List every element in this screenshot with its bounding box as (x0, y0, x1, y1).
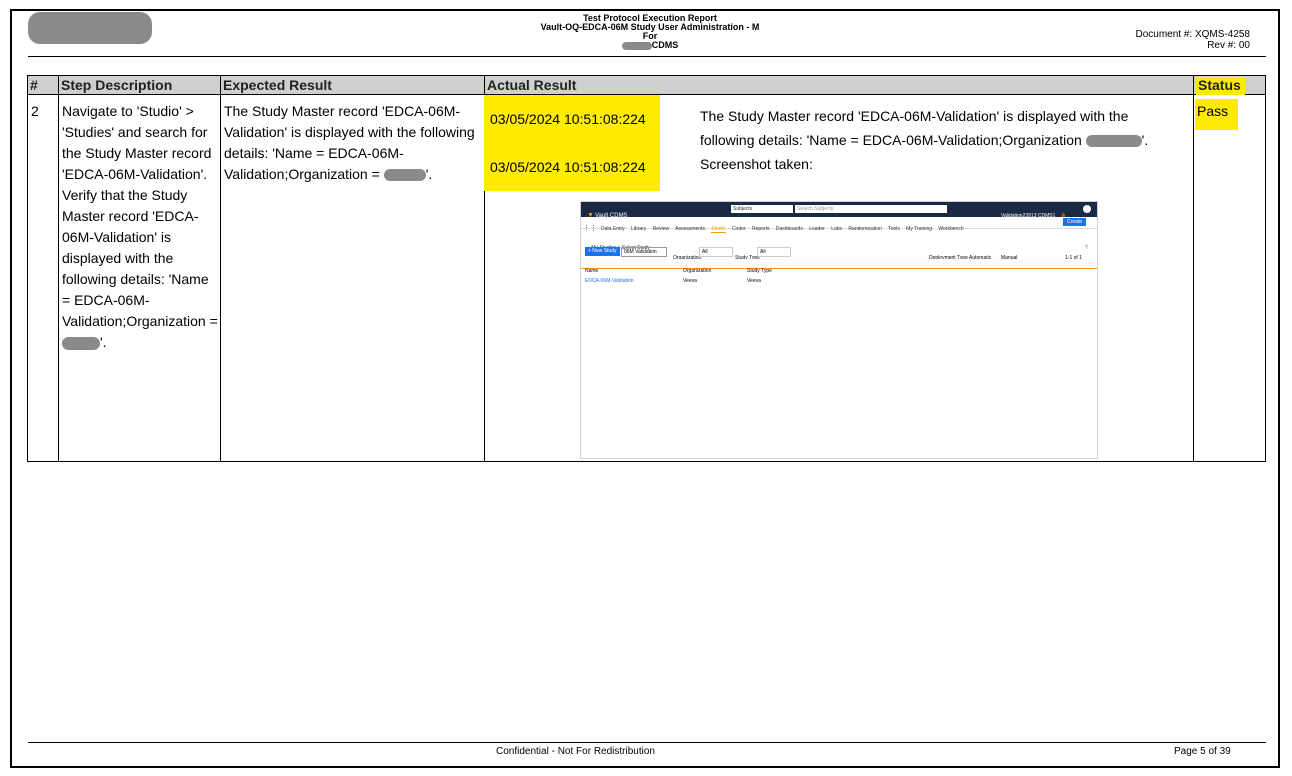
col-actual-result: Actual Result (484, 75, 1194, 95)
nav-loader[interactable]: Loader (809, 226, 825, 232)
actual-result-end: '. (1141, 132, 1149, 148)
status-header-highlight: Status (1196, 77, 1245, 95)
actual-result-text: The Study Master record 'EDCA-06M-Valida… (700, 104, 1170, 176)
confidential-notice: Confidential - Not For Redistribution (496, 746, 655, 757)
step-description: Navigate to 'Studio' > 'Studies' and sea… (58, 94, 221, 462)
search-input[interactable]: Search Subjects (795, 205, 947, 213)
actual-result-line: The Study Master record 'EDCA-06M-Valida… (700, 108, 1129, 148)
nav-data-entry[interactable]: Data Entry (601, 226, 625, 232)
nav-assessments[interactable]: Assessments (675, 226, 705, 232)
step-number: 2 (27, 94, 59, 462)
step-description-end: '. (100, 334, 107, 350)
nav-items: Data Entry Library Review Assessments St… (601, 219, 969, 240)
nav-my-training[interactable]: My Training (906, 226, 932, 232)
app-nav: ⋮⋮ Data Entry Library Review Assessments… (581, 217, 1097, 233)
app-topbar: ▼ Vault CDMS Subjects Search Subjects Va… (581, 202, 1097, 219)
nav-coder[interactable]: Coder (732, 226, 746, 232)
study-name-link[interactable]: EDCA-06M-Validation (585, 271, 634, 292)
expected-result: The Study Master record 'EDCA-06M-Valida… (220, 94, 485, 462)
step-description-text: Navigate to 'Studio' > 'Studies' and sea… (62, 103, 218, 329)
col-step-description: Step Description (58, 75, 221, 95)
redacted-org (1085, 135, 1142, 148)
study-organization: Veeva (683, 278, 697, 284)
nav-workbench[interactable]: Workbench (938, 226, 963, 232)
timestamp-1: 03/05/2024 10:51:08:224 (490, 111, 646, 127)
system-name: CDMS (651, 40, 679, 50)
report-header: Test Protocol Execution Report Vault-OQ-… (400, 14, 900, 50)
nav-tools[interactable]: Tools (888, 226, 900, 232)
col-status: Status (1193, 75, 1266, 95)
header-rule (28, 56, 1266, 57)
table-row[interactable]: EDCA-06M-Validation Veeva Veeva (581, 270, 1097, 284)
search-scope: Subjects (731, 205, 793, 213)
create-button[interactable]: Create (1063, 218, 1087, 226)
redacted-logo (28, 12, 152, 44)
document-number: Document #: XQMS-4258 (1135, 29, 1251, 40)
table-row: 2 Navigate to 'Studio' > 'Studies' and s… (27, 94, 1266, 462)
system-line: CDMS (400, 41, 900, 50)
type-select[interactable]: All (757, 247, 791, 257)
study-type: Veeva (747, 278, 761, 284)
nav-review[interactable]: Review (653, 226, 669, 232)
apps-grid-icon[interactable]: ⋮⋮ (583, 218, 597, 239)
nav-labs[interactable]: Labs (831, 226, 842, 232)
redacted-org (383, 169, 426, 182)
document-info: Document #: XQMS-4258 Rev #: 00 (1136, 29, 1251, 51)
execution-table: # Step Description Expected Result Actua… (27, 75, 1266, 462)
screenshot-label: Screenshot taken: (700, 156, 813, 172)
expected-result-end: '. (425, 166, 433, 182)
revision-number: Rev #: 00 (1207, 40, 1250, 51)
timestamp-2: 03/05/2024 10:51:08:224 (490, 159, 646, 175)
expected-result-text: The Study Master record 'EDCA-06M-Valida… (224, 103, 475, 182)
status-value: Pass (1195, 99, 1239, 130)
nav-library[interactable]: Library (631, 226, 646, 232)
footer-rule (28, 742, 1266, 743)
new-study-button[interactable]: + New Study (585, 247, 620, 256)
page-number: Page 5 of 39 (1174, 746, 1231, 757)
actual-result: 03/05/2024 10:51:08:224 03/05/2024 10:51… (484, 94, 1194, 462)
nav-studio[interactable]: Studio (711, 226, 726, 233)
filter-bar: + New Study 06M Validation Organization … (585, 247, 1093, 261)
status-cell: Pass (1193, 94, 1266, 462)
nav-randomization[interactable]: Randomization (848, 226, 881, 232)
user-avatar-icon[interactable] (1083, 205, 1091, 213)
nav-reports[interactable]: Reports (752, 226, 770, 232)
for-label: For (642, 31, 658, 41)
redacted-org (62, 336, 100, 350)
nav-dashboards[interactable]: Dashboards (776, 226, 803, 232)
study-filter-input[interactable]: 06M Validation (621, 247, 667, 257)
col-number: # (27, 75, 59, 95)
table-header-row: # Step Description Expected Result Actua… (27, 75, 1266, 95)
col-expected-result: Expected Result (220, 75, 485, 95)
org-select[interactable]: All (699, 247, 733, 257)
embedded-screenshot: ▼ Vault CDMS Subjects Search Subjects Va… (580, 201, 1098, 459)
results-header: Name Organization Study Type (581, 259, 1097, 274)
redacted-org (621, 41, 652, 50)
